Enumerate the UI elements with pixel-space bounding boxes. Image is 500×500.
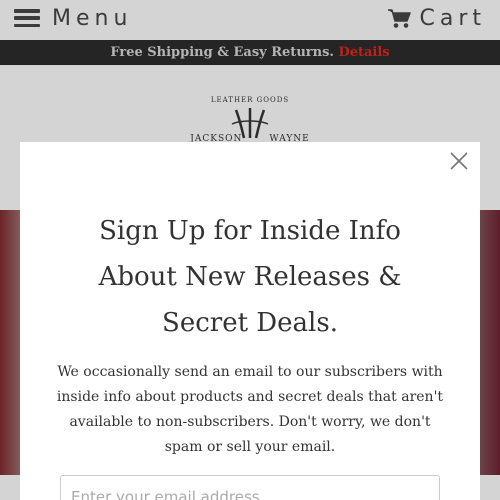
signup-modal: Sign Up for Inside Info About New Releas… xyxy=(20,142,480,500)
signup-description: We occasionally send an email to our sub… xyxy=(56,364,444,455)
signup-headline: Sign Up for Inside Info About New Releas… xyxy=(98,216,402,338)
email-input[interactable] xyxy=(60,475,440,500)
close-icon[interactable] xyxy=(448,150,470,172)
